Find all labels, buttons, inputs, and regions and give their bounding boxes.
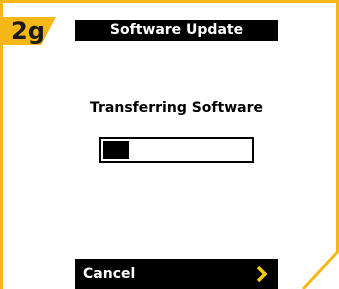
device-screen: Software Update Transferring Software Ca…	[75, 20, 278, 289]
screen-title: Software Update	[109, 22, 244, 38]
title-bar: Software Update	[75, 20, 278, 41]
progress-fill	[103, 141, 129, 159]
status-text: Transferring Software	[90, 100, 263, 116]
cancel-button[interactable]: Cancel	[83, 259, 135, 289]
progress-bar	[99, 137, 254, 163]
bottom-bar: Cancel	[75, 259, 278, 289]
chevron-right-icon[interactable]	[256, 266, 270, 282]
